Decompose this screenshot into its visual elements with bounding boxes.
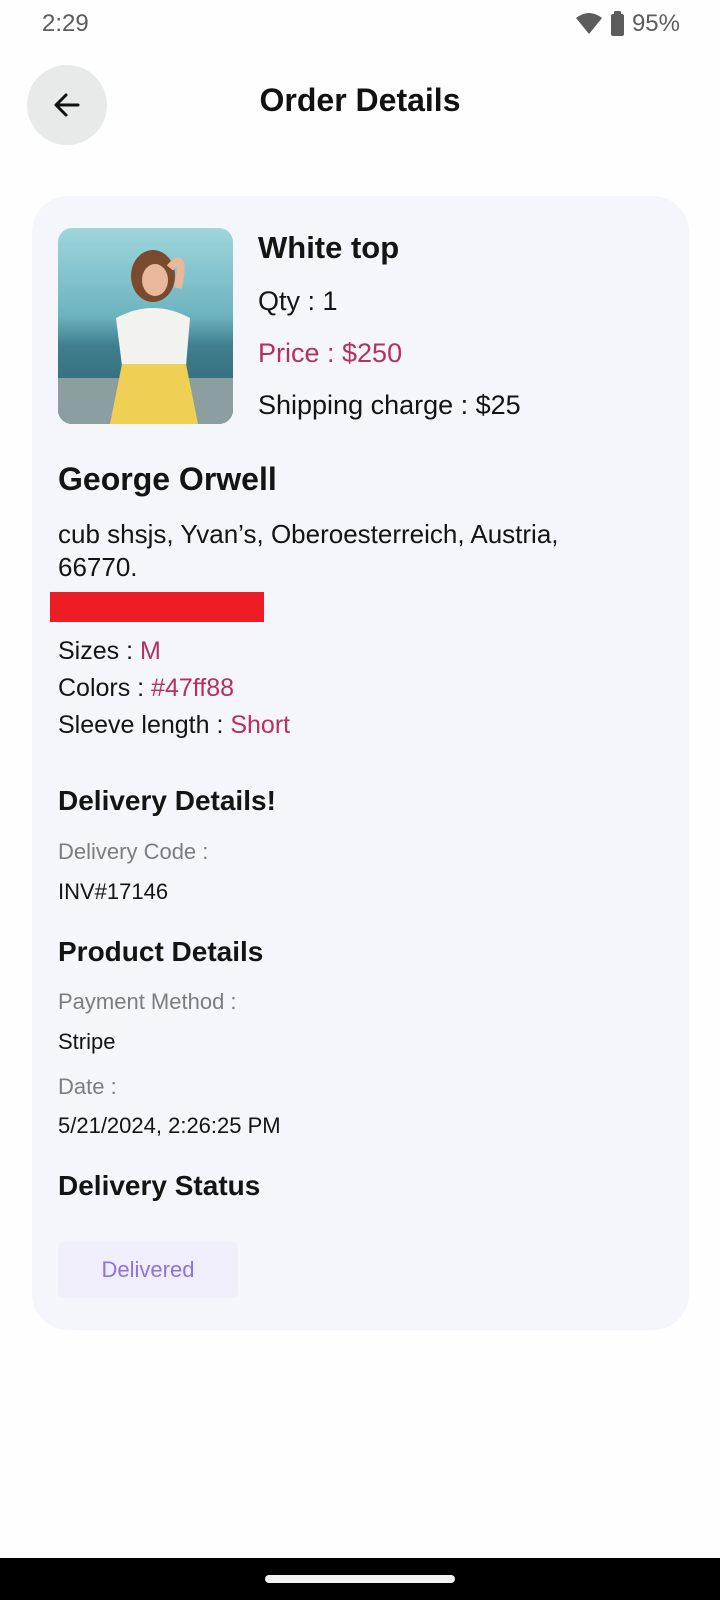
payment-method-label: Payment Method :: [58, 989, 237, 1014]
product-details-title: Product Details: [58, 936, 264, 967]
attribute-value: M: [139, 637, 161, 665]
status-icons: 95%: [575, 10, 680, 38]
attribute-sleeve-length: Sleeve length : Short: [58, 711, 290, 740]
home-indicator[interactable]: [265, 1575, 455, 1583]
product-image: [58, 228, 233, 424]
attribute-sizes: Sizes : M: [58, 637, 161, 666]
payment-method-value: Stripe: [58, 1029, 116, 1054]
delivery-details-title: Delivery Details!: [58, 785, 276, 816]
delivery-code-value: INV#17146: [58, 879, 169, 904]
delivery-status-title: Delivery Status: [58, 1170, 261, 1201]
delivery-code-label: Delivery Code :: [58, 839, 209, 864]
attribute-label: Sleeve length :: [58, 711, 231, 739]
attribute-colors: Colors : #47ff88: [58, 674, 234, 703]
status-time: 2:29: [42, 10, 89, 37]
battery-percent: 95%: [631, 10, 680, 37]
attribute-value: #47ff88: [151, 674, 235, 702]
product-qty: Qty : 1: [258, 286, 338, 316]
date-label: Date :: [58, 1074, 117, 1099]
order-card: White top Qty : 1 Price : $250 Shipping …: [32, 196, 689, 1330]
attribute-label: Colors :: [58, 674, 152, 702]
product-name: White top: [258, 230, 400, 265]
order-details-screen: 2:29 95% Order Details White top Qty: 1…: [0, 0, 720, 1600]
customer-name: George Orwell: [58, 461, 277, 497]
status-badge: Delivered: [58, 1242, 238, 1298]
customer-address: cub shsjs, Yvan’s, Oberoesterreich, Aust…: [58, 519, 559, 582]
attribute-label: Sizes :: [58, 637, 140, 665]
battery-icon: [610, 10, 624, 36]
page-title: Order Details: [259, 82, 461, 118]
date-value: 5/21/2024, 2:26:25 PM: [58, 1113, 281, 1138]
shipping-charge: Shipping charge : $25: [258, 390, 521, 420]
wifi-icon: [575, 13, 602, 34]
attribute-value: Short: [230, 711, 291, 739]
product-price: Price : $250: [258, 338, 403, 368]
redacted-field: [50, 592, 264, 622]
